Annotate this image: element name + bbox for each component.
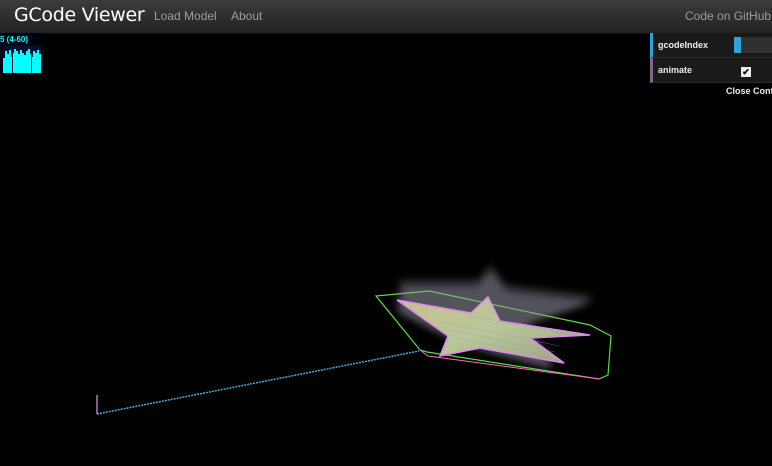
app-title[interactable]: GCode Viewer	[14, 4, 145, 26]
gcode-index-control: gcodeIndex	[650, 33, 772, 58]
top-navbar: GCode Viewer Load Model About Code on Gi…	[0, 0, 772, 34]
animate-label: animate	[658, 65, 693, 75]
gcode-index-label: gcodeIndex	[658, 40, 709, 50]
close-controls-button[interactable]: Close Controls	[650, 83, 772, 99]
travel-path	[96, 350, 420, 415]
gcode-index-slider[interactable]	[734, 37, 772, 53]
github-link[interactable]: Code on GitHub	[685, 9, 771, 23]
slider-fill	[734, 37, 741, 53]
load-model-link[interactable]: Load Model	[154, 9, 217, 23]
animate-checkbox[interactable]: ✔	[741, 67, 751, 77]
dat-gui-panel: gcodeIndex animate ✔ Close Controls	[650, 33, 772, 103]
about-link[interactable]: About	[231, 9, 262, 23]
checkmark-icon: ✔	[742, 67, 750, 77]
animate-control: animate ✔	[650, 58, 772, 83]
